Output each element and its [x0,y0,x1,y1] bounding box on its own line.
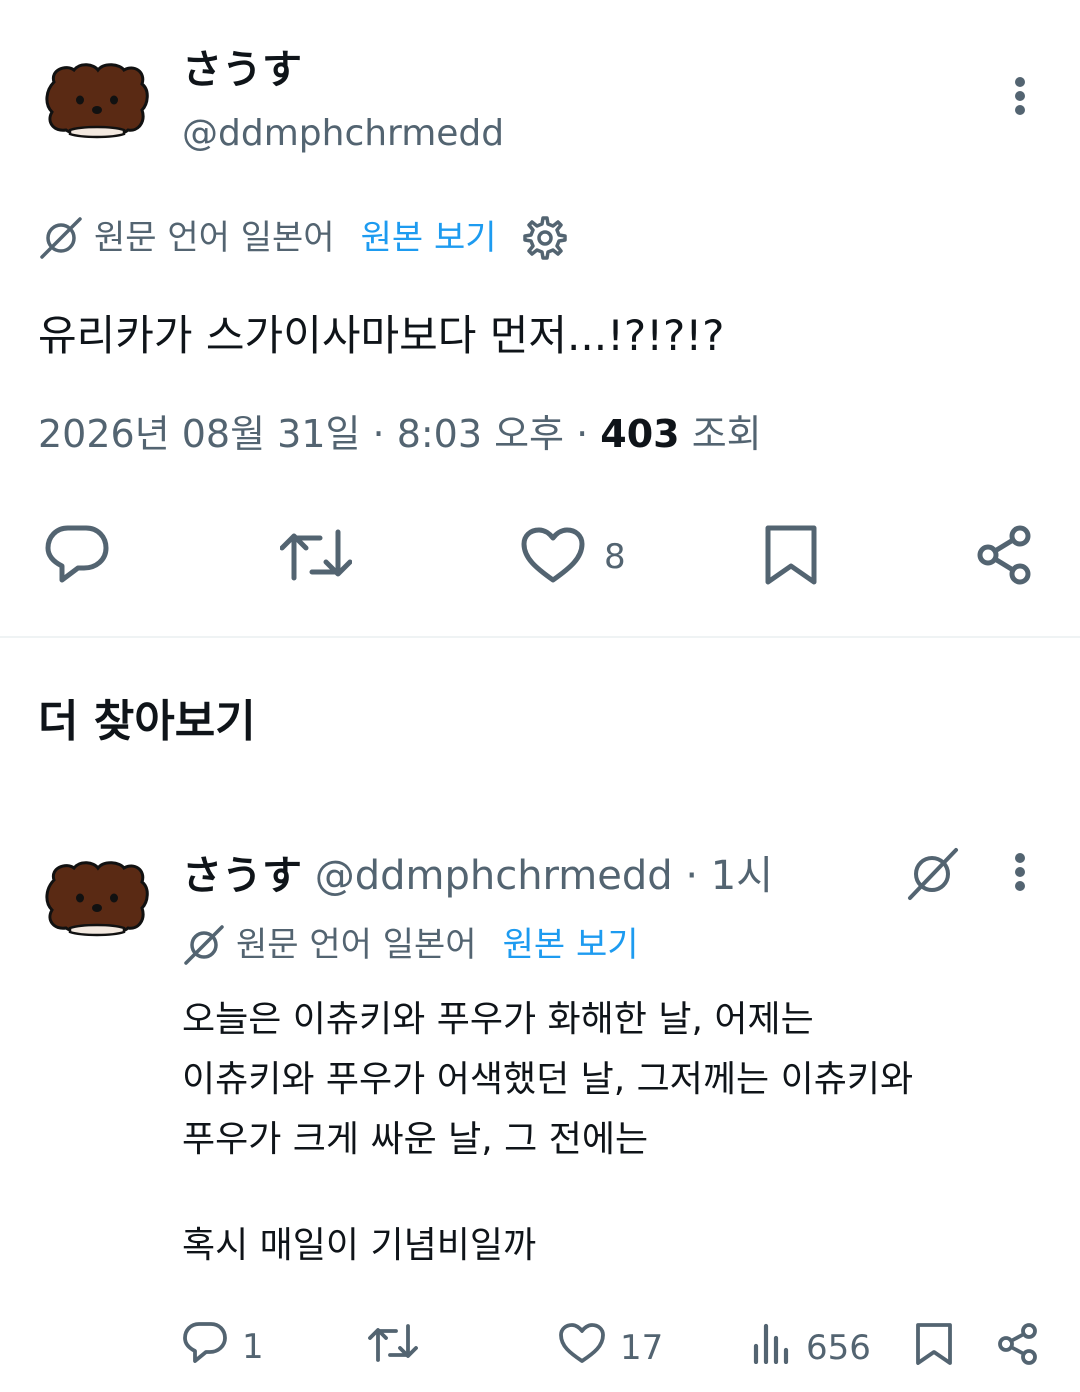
reply-icon [182,1320,228,1373]
meta-bullet: · [564,412,601,456]
retweet-icon [368,1322,418,1373]
reply-reply-button[interactable]: 1 [182,1320,264,1373]
reply-share-button[interactable] [996,1322,1040,1375]
like-button[interactable]: 8 [520,526,626,588]
reply-retweet-button[interactable] [368,1322,418,1373]
bookmark-icon [914,1322,954,1375]
gear-icon[interactable] [522,216,567,260]
reply-bookmark-button[interactable] [914,1322,954,1375]
retweet-icon [279,526,353,588]
reply-display-name[interactable]: さうす [182,853,302,899]
reply-button[interactable] [44,522,110,588]
discover-title: 더 찾아보기 [38,696,256,747]
like-count: 17 [620,1327,664,1368]
tweet-text: 유리카가 스가이사마보다 먼저...!?!?!? [38,311,725,360]
bookmark-icon [762,524,820,590]
share-icon [996,1322,1040,1375]
bookmark-button[interactable] [762,524,820,590]
share-icon [974,524,1036,590]
reply-like-button[interactable]: 17 [558,1322,663,1373]
reply-text-line: 오늘은 이츄키와 푸우가 화해한 날, 어제는 [182,999,814,1040]
tweet-meta: 2026년 08월 31일 · 8:03 오후 · 403 조회 [38,410,762,458]
reply-icon [44,522,110,588]
reply-views-button[interactable]: 656 [752,1322,871,1373]
reply-time[interactable]: · 1시 [685,853,773,899]
views-label: 조회 [691,412,762,456]
views-icon [752,1322,792,1373]
more-vertical-icon[interactable] [1000,842,1040,902]
more-vertical-icon[interactable] [1000,66,1040,126]
translation-row: 원문 언어 일본어 원본 보기 [38,214,567,262]
reply-text-line: 푸우가 크게 싸운 날, 그 전에는 [182,1119,649,1160]
reply-text: 오늘은 이츄키와 푸우가 화해한 날, 어제는 이츄키와 푸우가 어색했던 날,… [182,990,913,1276]
share-button[interactable] [974,524,1036,590]
view-original-link[interactable]: 원본 보기 [361,214,497,262]
original-language-label: 원문 언어 일본어 [94,218,335,258]
handle[interactable]: @ddmphchrmedd [182,112,504,156]
translate-off-icon [38,215,84,261]
translate-off-icon[interactable] [904,846,960,902]
avatar[interactable] [42,60,152,140]
reply-count: 1 [242,1326,264,1367]
display-name[interactable]: さうす [182,46,302,94]
reply-view-original-link[interactable]: 원본 보기 [503,922,639,968]
reply-header: さうす @ddmphchrmedd · 1시 [182,852,773,900]
retweet-button[interactable] [279,526,353,588]
reply-text-line [182,1170,913,1216]
views-count: 656 [806,1327,871,1368]
reply-handle[interactable]: @ddmphchrmedd [315,853,673,899]
translate-off-icon [182,923,226,967]
reply-translation-row: 원문 언어 일본어 원본 보기 [182,922,639,968]
views-count: 403 [600,412,680,456]
reply-original-language-label: 원문 언어 일본어 [236,925,477,965]
heart-icon [520,526,586,588]
section-divider [0,636,1080,638]
reply-avatar[interactable] [42,858,152,938]
like-count: 8 [604,537,626,577]
tweet-date[interactable]: 2026년 08월 31일 · 8:03 오후 [38,412,564,456]
reply-text-line: 이츄키와 푸우가 어색했던 날, 그저께는 이츄키와 [182,1059,914,1100]
heart-icon [558,1322,606,1373]
reply-text-line: 혹시 매일이 기념비일까 [182,1225,537,1266]
